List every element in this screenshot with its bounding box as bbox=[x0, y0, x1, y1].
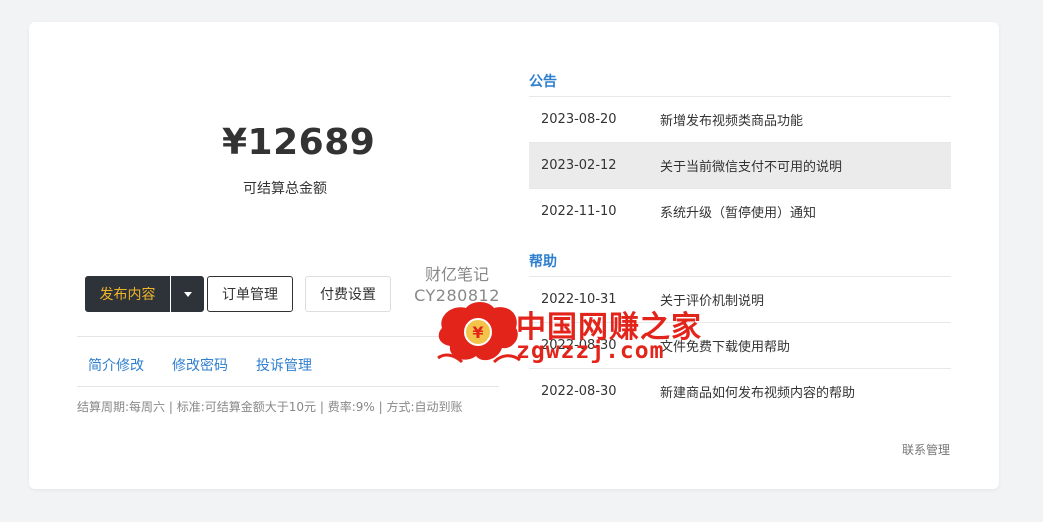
help-title: 帮助 bbox=[529, 254, 557, 270]
help-title-text: 新建商品如何发布视频内容的帮助 bbox=[660, 386, 856, 401]
contact-admin-link[interactable]: 联系管理 bbox=[902, 441, 950, 458]
total-amount-label: 可结算总金额 bbox=[243, 181, 327, 197]
announcement-title: 关于当前微信支付不可用的说明 bbox=[660, 160, 843, 175]
announcement-item[interactable]: 2022-11-10 系统升级（暂停使用）通知 bbox=[529, 188, 951, 234]
profile-edit-link[interactable]: 简介修改 bbox=[88, 355, 144, 375]
caret-down-icon bbox=[183, 291, 192, 297]
announcement-item[interactable]: 2023-02-12 关于当前微信支付不可用的说明 bbox=[529, 142, 951, 188]
watermark-logo-icon: ¥ bbox=[437, 302, 521, 364]
help-item[interactable]: 2022-08-30 新建商品如何发布视频内容的帮助 bbox=[529, 368, 951, 414]
announcement-date: 2023-08-20 bbox=[541, 112, 617, 127]
settlement-info: 结算周期:每周六 | 标准:可结算金额大于10元 | 费率:9% | 方式:自动… bbox=[77, 400, 463, 414]
watermark-text: 财亿笔记 bbox=[424, 265, 489, 284]
announcement-item[interactable]: 2023-08-20 新增发布视频类商品功能 bbox=[529, 96, 951, 142]
dashboard-card bbox=[29, 22, 999, 489]
watermark-url: zgwzzj.com bbox=[516, 338, 665, 364]
divider bbox=[77, 386, 499, 387]
announcement-date: 2023-02-12 bbox=[541, 158, 617, 173]
announcements-title: 公告 bbox=[529, 74, 557, 90]
announcement-date: 2022-11-10 bbox=[541, 204, 617, 219]
announcement-title: 系统升级（暂停使用）通知 bbox=[660, 206, 817, 221]
help-date: 2022-08-30 bbox=[541, 384, 617, 399]
publish-button[interactable]: 发布内容 bbox=[85, 276, 170, 312]
announcement-title: 新增发布视频类商品功能 bbox=[660, 114, 804, 129]
password-edit-link[interactable]: 修改密码 bbox=[172, 355, 228, 375]
orders-button[interactable]: 订单管理 bbox=[207, 276, 293, 312]
total-amount: ¥12689 bbox=[222, 122, 376, 163]
complaints-link[interactable]: 投诉管理 bbox=[256, 355, 312, 375]
publish-dropdown-toggle[interactable] bbox=[171, 276, 204, 312]
logo-glyph: ¥ bbox=[472, 323, 483, 342]
fee-settings-button[interactable]: 付费设置 bbox=[305, 276, 391, 312]
